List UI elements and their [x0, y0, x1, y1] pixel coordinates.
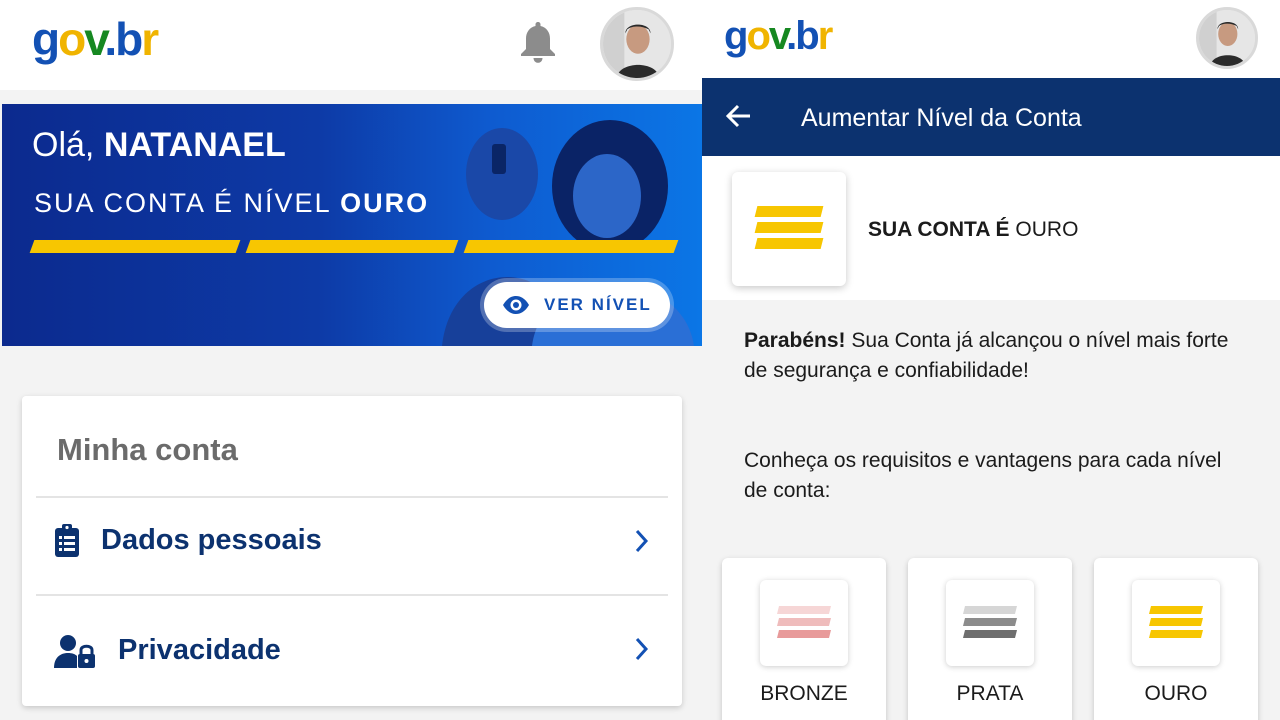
menu-item-privacidade[interactable]: Privacidade: [36, 604, 668, 700]
gold-badge: [1132, 580, 1220, 666]
account-status-text: SUA CONTA É OURO: [868, 218, 1079, 241]
govbr-logo[interactable]: gov.br: [32, 16, 159, 62]
account-level-screen: gov.br Aumentar Nível da Conta SUA CONTA…: [702, 0, 1280, 720]
account-level-text: SUA CONTA É NÍVEL OURO: [34, 188, 430, 218]
user-avatar[interactable]: [1196, 7, 1258, 69]
home-screen: gov.br Olá, NATANAEL SUA CONTA É NÍVEL O…: [0, 0, 702, 720]
congrats-message: Parabéns! Sua Conta já alcançou o nível …: [744, 329, 1229, 382]
page-title-bar: Aumentar Nível da Conta: [702, 78, 1280, 156]
level-stripes: [29, 240, 679, 253]
chevron-right-icon: [635, 637, 649, 661]
page-title: Aumentar Nível da Conta: [801, 104, 1082, 132]
account-level-banner: Olá, NATANAEL SUA CONTA É NÍVEL OURO VER…: [2, 104, 702, 346]
minha-conta-card: Minha conta Dados pessoais Privacidade: [22, 396, 682, 706]
divider: [36, 594, 668, 596]
bronze-badge: [760, 580, 848, 666]
top-header: gov.br: [0, 0, 702, 90]
gold-level-badge: [732, 172, 846, 286]
user-avatar[interactable]: [600, 7, 674, 81]
avatar-photo-icon: [603, 10, 671, 78]
info-message: Conheça os requisitos e vantagens para c…: [744, 449, 1222, 502]
card-title: Minha conta: [57, 432, 238, 467]
greeting-text: Olá, NATANAEL: [32, 126, 286, 164]
level-card-ouro[interactable]: OURO: [1094, 558, 1258, 720]
notification-bell-icon[interactable]: [518, 20, 558, 64]
chevron-right-icon: [635, 529, 649, 553]
clipboard-icon: [55, 524, 79, 557]
top-header: gov.br: [702, 0, 1280, 78]
level-card-prata[interactable]: PRATA: [908, 558, 1072, 720]
avatar-photo-icon: [1199, 10, 1255, 66]
eye-icon: [503, 296, 529, 314]
user-lock-icon: [54, 635, 95, 668]
account-status-panel: SUA CONTA É OURO: [702, 156, 1280, 300]
silver-badge: [946, 580, 1034, 666]
menu-item-dados-pessoais[interactable]: Dados pessoais: [36, 496, 668, 592]
ver-nivel-button[interactable]: VER NÍVEL: [484, 282, 670, 328]
arrow-left-icon[interactable]: [726, 104, 752, 128]
level-card-bronze[interactable]: BRONZE: [722, 558, 886, 720]
govbr-logo[interactable]: gov.br: [724, 16, 833, 56]
